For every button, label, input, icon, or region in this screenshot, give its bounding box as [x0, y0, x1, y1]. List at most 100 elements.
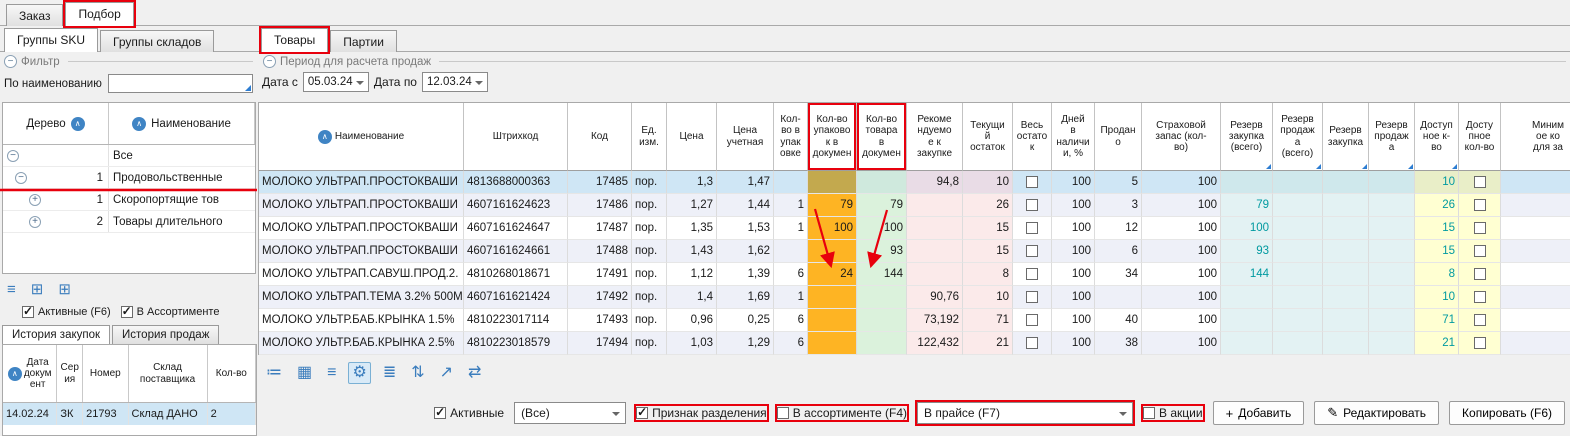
checkbox-box[interactable]	[1026, 176, 1038, 188]
row-checkbox-cell[interactable]	[1459, 263, 1501, 286]
checkbox-box[interactable]	[1474, 222, 1486, 234]
row-checkbox-cell[interactable]	[1013, 217, 1052, 240]
sort-icon[interactable]: ∧	[71, 117, 85, 131]
filter-icon[interactable]: ≡	[324, 363, 339, 383]
checkbox-box[interactable]	[1474, 291, 1486, 303]
products-column-header-18[interactable]: Резерв продаж а	[1369, 103, 1415, 171]
table-row[interactable]: МОЛОКО УЛЬТР.БАБ.КРЫНКА 1.5%481022301711…	[259, 309, 1570, 332]
products-column-header-11[interactable]: Весь остато к	[1013, 103, 1052, 171]
row-checkbox-cell[interactable]	[1013, 286, 1052, 309]
tree-row[interactable]: +1Скоропортящие тов	[3, 189, 255, 211]
history-column-header-2[interactable]: Номер	[83, 345, 128, 402]
checkbox-box[interactable]	[434, 407, 446, 419]
checklist-icon[interactable]: ≔	[263, 363, 285, 383]
checkbox-box[interactable]	[1474, 337, 1486, 349]
row-checkbox-cell[interactable]	[1459, 286, 1501, 309]
products-column-header-16[interactable]: Резерв продаж а (всего)	[1273, 103, 1323, 171]
settings-gear-icon[interactable]: ⚙	[348, 362, 370, 384]
checkbox-box[interactable]	[1026, 337, 1038, 349]
row-checkbox-cell[interactable]	[1013, 332, 1052, 355]
checkbox-box[interactable]	[1474, 176, 1486, 188]
row-checkbox-cell[interactable]	[1459, 332, 1501, 355]
price-select[interactable]: В прайсе (F7)	[917, 402, 1133, 424]
checkbox-box[interactable]	[1026, 199, 1038, 211]
row-checkbox-cell[interactable]	[1013, 171, 1052, 194]
products-column-header-6[interactable]: Кол- во в упак овке	[774, 103, 808, 171]
products-column-header-15[interactable]: Резерв закупка (всего)	[1221, 103, 1273, 171]
goods-tab-0[interactable]: Товары	[261, 28, 328, 52]
calendar-dropdown-icon[interactable]	[475, 81, 483, 85]
checkbox-box[interactable]	[121, 306, 133, 318]
products-column-header-2[interactable]: Код	[568, 103, 632, 171]
sku-tab-0[interactable]: Группы SKU	[4, 28, 98, 52]
export-icon[interactable]: ↗	[437, 363, 456, 383]
checkbox-box[interactable]	[1026, 268, 1038, 280]
calendar-dropdown-icon[interactable]	[356, 81, 364, 85]
table-row[interactable]: МОЛОКО УЛЬТРАП.ПРОСТОКВАШИ48136880003631…	[259, 171, 1570, 194]
assortment-checkbox[interactable]: В ассортименте (F4)	[777, 406, 907, 420]
add-group-icon[interactable]: ⊞	[55, 280, 74, 299]
history-column-header-4[interactable]: Кол-во	[208, 345, 256, 402]
table-row[interactable]: МОЛОКО УЛЬТРАП.ПРОСТОКВАШИ46071616246471…	[259, 217, 1570, 240]
products-column-header-9[interactable]: Рекоме ндуемо е к закупке	[907, 103, 963, 171]
products-column-header-0[interactable]: ∧Наименование	[259, 103, 464, 171]
sort-icon[interactable]: ∧	[132, 117, 146, 131]
history-column-header-3[interactable]: Склад поставщика	[129, 345, 208, 402]
row-checkbox-cell[interactable]	[1013, 194, 1052, 217]
history-column-header-0[interactable]: ∧Дата докум ент	[3, 345, 57, 402]
products-column-header-12[interactable]: Дней в наличи и, %	[1052, 103, 1095, 171]
tree-row-root[interactable]: −Все	[3, 145, 255, 167]
checkbox-box[interactable]	[22, 306, 34, 318]
checkbox-box[interactable]	[777, 407, 789, 419]
products-column-header-3[interactable]: Ед. изм.	[632, 103, 667, 171]
checkbox-box[interactable]	[1143, 407, 1155, 419]
collapse-icon[interactable]: −	[7, 150, 19, 162]
main-tab-0[interactable]: Заказ	[6, 4, 63, 26]
products-column-header-20[interactable]: Досту пное кол-во	[1459, 103, 1501, 171]
checkbox-box[interactable]	[1026, 291, 1038, 303]
products-column-header-21[interactable]: Миним ое ко для за	[1501, 103, 1570, 171]
products-column-header-5[interactable]: Цена учетная	[717, 103, 774, 171]
date-to-input[interactable]: 12.03.24	[422, 72, 488, 92]
table-row[interactable]: МОЛОКО УЛЬТР.БАБ.КРЫНКА 2.5%481022301857…	[259, 332, 1570, 355]
history-tab-1[interactable]: История продаж	[112, 325, 219, 344]
history-tab-0[interactable]: История закупок	[2, 325, 110, 344]
tree-filter-checkbox-0[interactable]: Активные (F6)	[22, 306, 111, 318]
table-row[interactable]: МОЛОКО УЛЬТРАП.ПРОСТОКВАШИ46071616246611…	[259, 240, 1570, 263]
sort-icon[interactable]: ∧	[318, 130, 332, 144]
sku-tab-1[interactable]: Группы складов	[100, 30, 214, 52]
checkbox-box[interactable]	[1474, 245, 1486, 257]
tree-column-header-0[interactable]: Дерево∧	[3, 103, 109, 144]
row-checkbox-cell[interactable]	[1459, 217, 1501, 240]
expand-icon[interactable]: +	[29, 194, 41, 206]
sort-list-icon[interactable]: ⇅	[408, 363, 427, 383]
collapse-filter-icon[interactable]: −	[4, 55, 17, 68]
edit-button[interactable]: ✎ Редактировать	[1314, 401, 1439, 425]
history-row[interactable]: 14.02.24ЗК21793Склад ДАНО2	[3, 403, 256, 425]
checkbox-box[interactable]	[1474, 314, 1486, 326]
add-button[interactable]: + Добавить	[1213, 401, 1305, 425]
tree-row[interactable]: +2Товары длительного	[3, 211, 255, 233]
row-checkbox-cell[interactable]	[1013, 263, 1052, 286]
row-checkbox-cell[interactable]	[1459, 171, 1501, 194]
products-column-header-4[interactable]: Цена	[667, 103, 717, 171]
add-item-icon[interactable]: ⊞	[28, 280, 47, 299]
table-row[interactable]: МОЛОКО УЛЬТРАП.ТЕМА 3.2% 500М46071616214…	[259, 286, 1570, 309]
products-column-header-13[interactable]: Продан о	[1095, 103, 1142, 171]
products-column-header-8[interactable]: Кол-во товара в докумен	[857, 103, 907, 171]
row-checkbox-cell[interactable]	[1013, 240, 1052, 263]
products-column-header-10[interactable]: Текущи й остаток	[963, 103, 1013, 171]
numbered-list-icon[interactable]: ≣	[380, 363, 399, 383]
history-column-header-1[interactable]: Сер ия	[57, 345, 83, 402]
promo-checkbox[interactable]: В акции	[1143, 406, 1203, 420]
name-filter-input[interactable]	[108, 74, 253, 93]
checkbox-box[interactable]	[1474, 268, 1486, 280]
sort-icon[interactable]: ∧	[8, 367, 22, 381]
row-checkbox-cell[interactable]	[1459, 240, 1501, 263]
all-select[interactable]: (Все)	[514, 402, 626, 424]
products-column-header-7[interactable]: Кол-во упаково к в докумен	[808, 103, 857, 171]
split-flag-checkbox[interactable]: Признак разделения	[636, 406, 767, 420]
table-row[interactable]: МОЛОКО УЛЬТРАП.ПРОСТОКВАШИ46071616246231…	[259, 194, 1570, 217]
checkbox-box[interactable]	[1026, 222, 1038, 234]
collapse-icon[interactable]: −	[15, 172, 27, 184]
